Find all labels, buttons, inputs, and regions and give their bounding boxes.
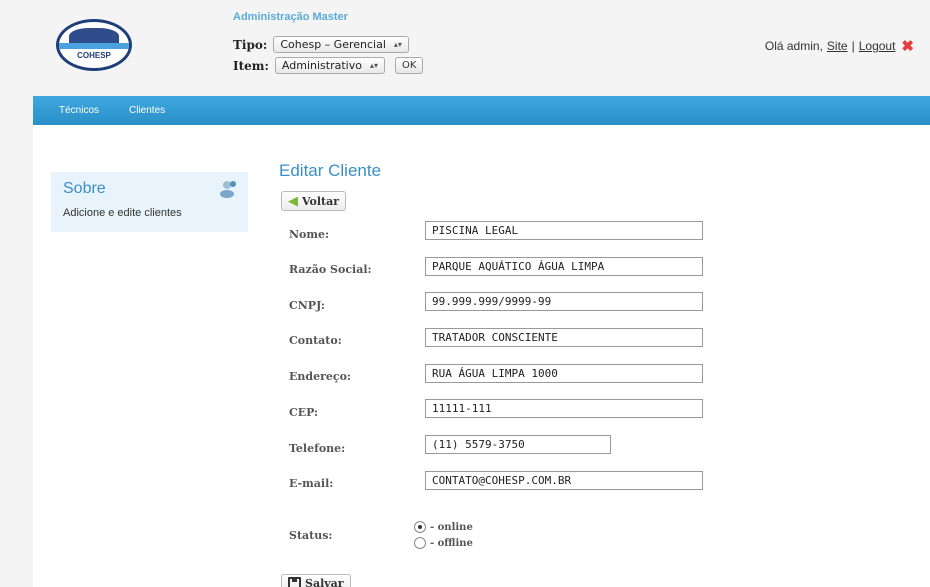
endereco-field[interactable]: RUA ÁGUA LIMPA 1000 — [425, 364, 703, 383]
item-select[interactable]: Administrativo ▴▾ — [274, 57, 385, 74]
status-online-option[interactable]: - online — [414, 521, 473, 533]
sidebar-description: Adicione e edite clientes — [63, 207, 182, 219]
header: COHESP Administração Master Tipo: Cohesp… — [0, 0, 930, 92]
tipo-label: Tipo: — [233, 37, 268, 52]
razao-social-field[interactable]: PARQUE AQUÁTICO ÁGUA LIMPA — [425, 257, 703, 276]
cnpj-label: CNPJ: — [289, 299, 325, 312]
main-nav: Técnicos Clientes — [33, 96, 930, 125]
cohesp-logo[interactable]: COHESP — [56, 19, 132, 71]
logo-text: COHESP — [77, 51, 111, 60]
users-icon — [220, 181, 236, 198]
tipo-row: Tipo: Cohesp – Gerencial ▴▾ — [233, 36, 409, 53]
save-button-label: Salvar — [305, 576, 344, 587]
close-icon[interactable]: ✖ — [901, 37, 914, 55]
nav-item-tecnicos[interactable]: Técnicos — [59, 105, 99, 116]
site-link[interactable]: Site — [827, 39, 848, 53]
page-title: Editar Cliente — [279, 161, 382, 180]
back-button-label: Voltar — [302, 194, 340, 208]
nav-item-clientes[interactable]: Clientes — [129, 105, 165, 116]
razao-label: Razão Social: — [289, 263, 372, 276]
floppy-disk-icon — [288, 577, 301, 587]
save-button[interactable]: Salvar — [281, 574, 351, 587]
contato-label: Contato: — [289, 334, 342, 347]
status-online-label: - online — [430, 521, 473, 533]
item-row: Item: Administrativo ▴▾ OK — [233, 57, 424, 74]
nome-label: Nome: — [289, 228, 330, 241]
sidebar-title: Sobre — [63, 180, 106, 197]
telefone-label: Telefone: — [289, 442, 346, 455]
status-offline-label: - offline — [430, 537, 473, 549]
user-area: Olá admin, Site | Logout ✖ — [765, 37, 914, 55]
nome-field[interactable]: PISCINA LEGAL — [425, 221, 703, 240]
tipo-select[interactable]: Cohesp – Gerencial ▴▾ — [273, 36, 409, 53]
logo-band — [59, 43, 129, 49]
cep-label: CEP: — [289, 406, 319, 419]
sidebar-box: Sobre Adicione e edite clientes — [51, 172, 248, 232]
email-label: E-mail: — [289, 477, 334, 490]
greeting: Olá admin, — [764, 39, 823, 53]
endereco-label: Endereço: — [289, 370, 351, 383]
select-arrows-icon: ▴▾ — [369, 61, 378, 70]
select-arrows-icon: ▴▾ — [393, 40, 402, 49]
radio-online[interactable] — [414, 521, 426, 533]
telefone-field[interactable]: (11) 5579-3750 — [425, 435, 611, 454]
back-button[interactable]: ◀ Voltar — [281, 191, 347, 211]
status-offline-option[interactable]: - offline — [414, 537, 473, 549]
ok-button[interactable]: OK — [394, 57, 424, 74]
item-select-value: Administrativo — [281, 59, 362, 72]
cep-field[interactable]: 11111-111 — [425, 399, 703, 418]
email-field[interactable]: CONTATO@COHESP.COM.BR — [425, 471, 703, 490]
status-label: Status: — [289, 529, 333, 542]
radio-offline[interactable] — [414, 537, 426, 549]
admin-title: Administração Master — [233, 11, 348, 23]
content-area: Sobre Adicione e edite clientes Editar C… — [33, 125, 930, 587]
logout-link[interactable]: Logout — [859, 39, 896, 53]
separator: | — [851, 39, 855, 53]
arrow-left-icon: ◀ — [288, 193, 298, 209]
contato-field[interactable]: TRATADOR CONSCIENTE — [425, 328, 703, 347]
item-label: Item: — [233, 58, 269, 73]
cnpj-field[interactable]: 99.999.999/9999-99 — [425, 292, 703, 311]
tipo-select-value: Cohesp – Gerencial — [280, 38, 386, 51]
